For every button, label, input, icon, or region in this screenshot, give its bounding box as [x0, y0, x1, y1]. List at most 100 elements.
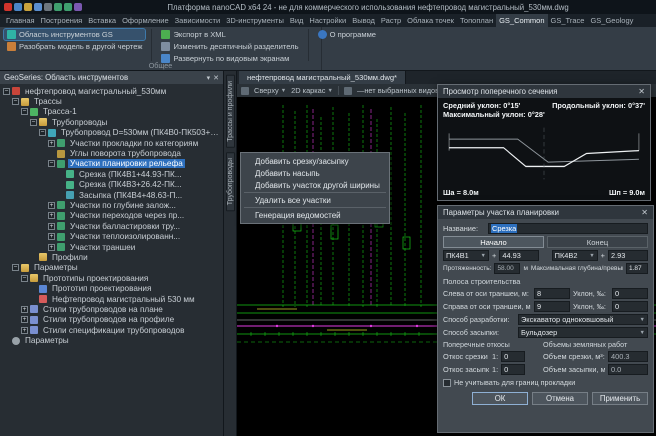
- ribbon-tab[interactable]: Главная: [3, 14, 38, 27]
- ribbon-tab[interactable]: GS_Geology: [587, 14, 636, 27]
- cut-slope-input[interactable]: 0: [501, 351, 525, 362]
- tree-item[interactable]: +Участки по глубине залож...: [0, 200, 223, 210]
- context-menu-item[interactable]: Добавить срезку/засыпку: [241, 155, 389, 167]
- export-xml-button[interactable]: Экспорт в XML: [158, 29, 301, 40]
- context-menu-item[interactable]: Удалить все участки: [241, 194, 389, 206]
- toolbox-gs-button[interactable]: Область инструментов GS: [4, 29, 145, 40]
- ribbon-tab[interactable]: Настройки: [306, 14, 349, 27]
- ribbon-tab[interactable]: Топоплан: [457, 14, 496, 27]
- dev-method-dropdown[interactable]: Экскаватор одноковшовый ▼: [518, 314, 648, 325]
- collapse-icon[interactable]: −: [21, 275, 28, 282]
- cancel-button[interactable]: Отмена: [532, 392, 588, 405]
- tree-item[interactable]: −Участки планировки рельефа: [0, 159, 223, 169]
- tree-item[interactable]: Срезка (ПК4В3+26.42-ПК...: [0, 180, 223, 190]
- document-tab[interactable]: нефтепровод магистральный_530мм.dwg*: [239, 71, 406, 84]
- ignore-bounds-checkbox[interactable]: [443, 379, 451, 387]
- side-tab[interactable]: Трубопроводы: [226, 152, 235, 211]
- expand-icon[interactable]: +: [48, 212, 55, 219]
- tree-item[interactable]: Параметры: [0, 335, 223, 345]
- expand-icon[interactable]: +: [48, 140, 55, 147]
- panel-menu-icon[interactable]: ▾: [207, 74, 211, 82]
- start-offset-input[interactable]: 44.93: [499, 250, 539, 261]
- collapse-icon[interactable]: −: [21, 108, 28, 115]
- start-station-dropdown[interactable]: ПК4В1 ▼: [443, 250, 489, 261]
- about-button[interactable]: О программе: [315, 29, 379, 40]
- apply-button[interactable]: Применить: [592, 392, 648, 405]
- tree-item[interactable]: −Прототипы проектирования: [0, 273, 223, 283]
- explode-model-button[interactable]: Разобрать модель в другой чертеж: [4, 41, 145, 52]
- ok-button[interactable]: ОК: [472, 392, 528, 405]
- tree-item[interactable]: Нефтепровод магистральный 530 мм: [0, 294, 223, 304]
- end-tab[interactable]: Конец: [547, 236, 648, 248]
- ribbon-tab[interactable]: 3D-инструменты: [223, 14, 287, 27]
- left-slope-input[interactable]: 0: [612, 288, 648, 299]
- close-icon[interactable]: ✕: [641, 208, 648, 217]
- right-of-axis-input[interactable]: 9: [534, 301, 570, 312]
- visual-style-dropdown[interactable]: 2D каркас ▼: [291, 86, 333, 95]
- section-preview-header[interactable]: Просмотр поперечного сечения ✕: [438, 85, 650, 98]
- expand-icon[interactable]: +: [48, 223, 55, 230]
- ribbon-tab[interactable]: GS_Common: [496, 14, 547, 27]
- collapse-icon[interactable]: −: [3, 88, 10, 95]
- tree-item[interactable]: +Участки балластировки тру...: [0, 221, 223, 231]
- tree-item[interactable]: +Стили спецификации трубопроводов: [0, 325, 223, 335]
- tree-item[interactable]: −нефтепровод магистральный_530мм: [0, 86, 223, 96]
- tree-item[interactable]: Углы поворота трубопровода: [0, 148, 223, 158]
- tree-item[interactable]: Профили: [0, 252, 223, 262]
- collapse-icon[interactable]: −: [48, 160, 55, 167]
- ribbon-tab[interactable]: GS_Trace: [548, 14, 588, 27]
- expand-icon[interactable]: +: [48, 202, 55, 209]
- right-slope-input[interactable]: 0: [612, 301, 648, 312]
- side-tab[interactable]: Трассы и профили: [226, 75, 235, 148]
- open-file-icon[interactable]: [34, 3, 42, 11]
- tree-item[interactable]: Засыпка (ПК4В4+48.63-П...: [0, 190, 223, 200]
- close-icon[interactable]: ✕: [638, 87, 645, 96]
- view-direction-dropdown[interactable]: Сверху ▼: [254, 86, 286, 95]
- params-dialog-header[interactable]: Параметры участка планировки ✕: [438, 206, 653, 219]
- tree-item[interactable]: +Участки теплоизолированн...: [0, 231, 223, 241]
- help-icon[interactable]: [74, 3, 82, 11]
- collapse-icon[interactable]: −: [30, 119, 37, 126]
- expand-icon[interactable]: +: [21, 316, 28, 323]
- close-icon[interactable]: ✕: [213, 74, 219, 82]
- ribbon-tab[interactable]: Вывод: [349, 14, 378, 27]
- end-station-dropdown[interactable]: ПК4В2 ▼: [552, 250, 598, 261]
- ribbon-tab[interactable]: Оформление: [119, 14, 172, 27]
- context-menu-item[interactable]: Добавить участок другой ширины: [241, 179, 389, 191]
- fill-slope-input[interactable]: 0: [501, 364, 525, 375]
- tree-item[interactable]: +Стили трубопроводов на плане: [0, 304, 223, 314]
- tree-item[interactable]: −Трубопровод D=530мм (ПК4В0-ПК503+99.86): [0, 128, 223, 138]
- tree-item[interactable]: −Трасса-1: [0, 107, 223, 117]
- tree-item[interactable]: −Параметры: [0, 263, 223, 273]
- decimal-separator-button[interactable]: Изменить десятичный разделитель: [158, 41, 301, 52]
- end-offset-input[interactable]: 2.93: [608, 250, 648, 261]
- redo-icon[interactable]: [64, 3, 72, 11]
- tree-item[interactable]: +Стили трубопроводов на профиле: [0, 315, 223, 325]
- fill-method-dropdown[interactable]: Бульдозер ▼: [518, 327, 648, 338]
- expand-icon[interactable]: +: [48, 244, 55, 251]
- collapse-icon[interactable]: −: [12, 264, 19, 271]
- named-view-icon[interactable]: [344, 87, 352, 95]
- tree-item[interactable]: Прототип проектирования: [0, 283, 223, 293]
- context-menu-item[interactable]: Генерация ведомостей: [241, 209, 389, 221]
- expand-icon[interactable]: +: [48, 233, 55, 240]
- ribbon-tab[interactable]: Вид: [287, 14, 307, 27]
- tree-item[interactable]: −Трубопроводы: [0, 117, 223, 127]
- save-icon[interactable]: [24, 3, 32, 11]
- collapse-icon[interactable]: −: [39, 129, 46, 136]
- tree-item[interactable]: +Участки переходов через пр...: [0, 211, 223, 221]
- start-tab[interactable]: Начало: [443, 236, 544, 248]
- tree-item[interactable]: Срезка (ПК4В1+44.93-ПК...: [0, 169, 223, 179]
- new-file-icon[interactable]: [14, 3, 22, 11]
- collapse-icon[interactable]: −: [12, 98, 19, 105]
- tree-item[interactable]: −Трассы: [0, 96, 223, 106]
- expand-icon[interactable]: +: [21, 327, 28, 334]
- ribbon-tab[interactable]: Построения: [38, 14, 86, 27]
- expand-icon[interactable]: +: [21, 306, 28, 313]
- print-icon[interactable]: [44, 3, 52, 11]
- viewcube-icon[interactable]: [241, 87, 249, 95]
- undo-icon[interactable]: [54, 3, 62, 11]
- tree-item[interactable]: +Участки траншеи: [0, 242, 223, 252]
- name-input[interactable]: Срезка: [488, 223, 648, 234]
- ribbon-tab[interactable]: Вставка: [85, 14, 119, 27]
